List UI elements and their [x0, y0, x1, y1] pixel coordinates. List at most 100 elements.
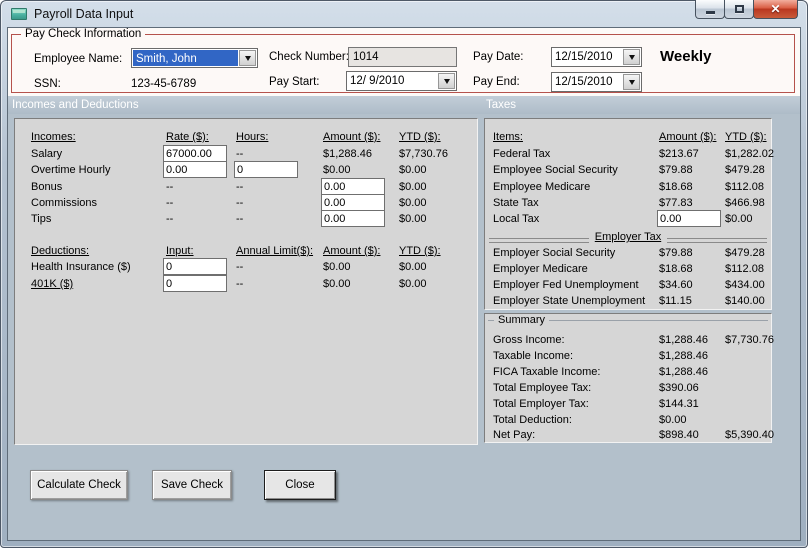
tax-amount-header: Amount ($): — [659, 131, 717, 143]
summary-row-amount: $1,288.46 — [659, 350, 708, 362]
income-row-label: Overtime Hourly — [31, 164, 111, 176]
summary-row-amount: $144.31 — [659, 398, 699, 410]
check-number-field — [348, 47, 457, 67]
deduction-row-label: Health Insurance ($) — [31, 261, 131, 273]
annual-limit-header: Annual Limit($): — [236, 245, 314, 257]
app-icon — [11, 8, 27, 20]
k401-input[interactable] — [163, 275, 227, 292]
pay-start-value: 12/ 9/2010 — [350, 75, 405, 87]
income-row-rate: -- — [166, 197, 174, 209]
income-row-label: Tips — [31, 213, 52, 225]
income-row-ytd: $0.00 — [399, 213, 427, 225]
window-title: Payroll Data Input — [34, 7, 134, 21]
health-insurance-input[interactable] — [163, 258, 227, 275]
check-number-label: Check Number: — [269, 51, 349, 63]
tax-row-amount: $77.83 — [659, 197, 693, 209]
pay-date-dropdown-button[interactable] — [623, 49, 640, 65]
tax-row-ytd: $479.28 — [725, 164, 765, 176]
summary-row-ytd: $7,730.76 — [725, 334, 774, 346]
summary-row-label: FICA Taxable Income: — [493, 366, 601, 378]
summary-row-label: Total Employer Tax: — [493, 398, 589, 410]
titlebar[interactable]: Payroll Data Input ✕ — [0, 0, 808, 28]
window-controls: ✕ — [695, 0, 798, 19]
payroll-window: Payroll Data Input ✕ Incomes and Deducti… — [0, 0, 808, 548]
income-row-hours: -- — [236, 181, 244, 193]
commissions-amount-input[interactable] — [321, 194, 385, 211]
income-row-ytd: $0.00 — [399, 164, 427, 176]
pay-end-datepicker[interactable]: 12/15/2010 — [551, 72, 642, 92]
employee-name-label: Employee Name: — [34, 53, 123, 65]
income-row-label: Bonus — [31, 181, 63, 193]
bonus-amount-input[interactable] — [321, 178, 385, 195]
summary-row-amount: $1,288.46 — [659, 366, 708, 378]
tax-row-ytd: $140.00 — [725, 295, 765, 307]
summary-row-label: Total Employee Tax: — [493, 382, 592, 394]
save-check-button[interactable]: Save Check — [152, 470, 232, 500]
close-window-button[interactable]: ✕ — [753, 0, 798, 19]
section-title-incomes-deductions: Incomes and Deductions — [12, 99, 139, 111]
pay-end-label: Pay End: — [473, 76, 520, 88]
income-row-label: Salary — [31, 148, 63, 160]
tax-items-header: Items: — [493, 131, 523, 143]
client-area: Incomes and Deductions Taxes Pay Check I… — [8, 28, 800, 540]
incomes-header: Incomes: — [31, 131, 76, 143]
tax-row-label: State Tax — [493, 197, 539, 209]
summary-row-ytd: $5,390.40 — [725, 429, 774, 441]
hours-header: Hours: — [236, 131, 269, 143]
section-title-taxes: Taxes — [486, 99, 517, 111]
tax-row-amount: $79.88 — [659, 164, 693, 176]
tax-row-ytd: $112.08 — [725, 181, 764, 193]
employer-tax-divider: Employer Tax — [489, 227, 767, 243]
pay-end-dropdown-button[interactable] — [623, 74, 640, 90]
tax-row-amount: $213.67 — [659, 148, 699, 160]
employee-name-combobox[interactable]: Smith, John — [131, 48, 258, 68]
salary-rate-input[interactable] — [163, 145, 227, 162]
chevron-down-icon — [244, 55, 251, 61]
employee-name-dropdown-button[interactable] — [239, 50, 256, 66]
maximize-icon — [734, 5, 744, 13]
pay-date-value: 12/15/2010 — [555, 51, 613, 63]
taxes-panel: Items: Amount ($): YTD ($): Federal Tax … — [484, 118, 774, 310]
tax-row-label: Employee Social Security — [493, 164, 618, 176]
income-row-hours: -- — [236, 197, 244, 209]
tax-row-label: Employee Medicare — [493, 181, 591, 193]
tax-row-label: Employer Medicare — [493, 263, 588, 275]
pay-start-dropdown-button[interactable] — [438, 73, 455, 89]
tax-row-amount: $11.15 — [659, 295, 692, 307]
chevron-down-icon — [628, 79, 635, 85]
tax-row-ytd: $112.08 — [725, 263, 764, 275]
section-header-bar: Incomes and Deductions Taxes — [8, 96, 800, 114]
tax-row-ytd: $434.00 — [725, 279, 765, 291]
income-row-ytd: $7,730.76 — [399, 148, 448, 160]
tax-row-label: Local Tax — [493, 213, 540, 225]
ded-amount-header: Amount ($): — [323, 245, 381, 257]
deduction-401k-link[interactable]: 401K ($) — [31, 277, 73, 292]
pay-start-datepicker[interactable]: 12/ 9/2010 — [346, 71, 457, 91]
ytd-header: YTD ($): — [399, 131, 441, 143]
summary-row-amount: $0.00 — [659, 414, 687, 426]
calculate-check-button[interactable]: Calculate Check — [30, 470, 128, 500]
summary-row-label: Total Deduction: — [493, 414, 572, 426]
local-tax-input[interactable] — [657, 210, 721, 227]
summary-row-label: Net Pay: — [493, 429, 536, 441]
pay-date-datepicker[interactable]: 12/15/2010 — [551, 47, 642, 67]
close-button[interactable]: Close — [264, 470, 336, 500]
tax-row-ytd: $1,282.02 — [725, 148, 774, 160]
pay-start-label: Pay Start: — [269, 76, 320, 88]
income-row-amount: $0.00 — [323, 164, 351, 176]
ssn-value: 123-45-6789 — [131, 78, 197, 90]
maximize-button[interactable] — [724, 0, 754, 19]
minimize-icon — [705, 10, 715, 14]
employee-name-value: Smith, John — [133, 50, 238, 66]
tax-row-amount: $79.88 — [659, 247, 693, 259]
tips-amount-input[interactable] — [321, 210, 385, 227]
overtime-rate-input[interactable] — [163, 161, 227, 178]
tax-row-label: Employer Social Security — [493, 247, 616, 259]
tax-row-label: Employer Fed Unemployment — [493, 279, 639, 291]
overtime-hours-input[interactable] — [234, 161, 298, 178]
employer-tax-header: Employer Tax — [588, 231, 668, 243]
tax-row-ytd: $0.00 — [725, 213, 753, 225]
tax-row-amount: $18.68 — [659, 263, 693, 275]
minimize-button[interactable] — [695, 0, 725, 19]
tax-row-ytd: $466.98 — [725, 197, 765, 209]
